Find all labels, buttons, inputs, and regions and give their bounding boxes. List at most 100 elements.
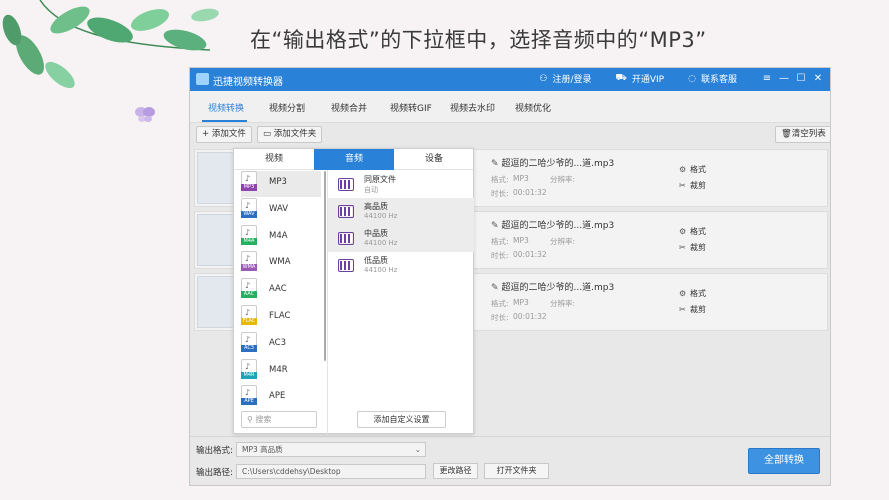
file-name: ✎ 超逗的二哈少爷的...道.mp3 bbox=[491, 218, 614, 231]
edit-icon[interactable]: ✎ bbox=[491, 221, 499, 231]
titlebar: 迅捷视频转换器 ⚇ 注册/登录 ⛟ 开通VIP ◌ 联系客服 ≡ — ☐ ✕ bbox=[190, 68, 830, 91]
vip-link[interactable]: 开通VIP bbox=[632, 72, 664, 85]
convert-all-button[interactable]: 全部转换 bbox=[748, 448, 820, 474]
crop-action-label: 裁剪 bbox=[690, 181, 706, 190]
service-link[interactable]: 联系客服 bbox=[701, 72, 737, 85]
change-path-button[interactable]: 更改路径 bbox=[433, 463, 478, 479]
format-label: AC3 bbox=[269, 337, 287, 348]
format-label: AAC bbox=[269, 284, 287, 295]
format-value: MP3 bbox=[513, 236, 529, 245]
tab-video-gif[interactable]: 视频转GIF bbox=[390, 101, 432, 114]
format-tag: WMA bbox=[241, 264, 257, 272]
menu-icon[interactable]: ≡ bbox=[761, 73, 773, 84]
maximize-icon[interactable]: ☐ bbox=[795, 73, 807, 84]
format-label: 格式: bbox=[491, 299, 509, 308]
format-label: WMA bbox=[269, 257, 291, 268]
format-option-wma[interactable]: ♪ WMA WMA bbox=[241, 251, 321, 277]
audio-file-icon: ♪ AAC bbox=[241, 278, 257, 299]
clear-list-label: 清空列表 bbox=[791, 129, 826, 139]
format-option-ape[interactable]: ♪ APE APE bbox=[241, 385, 321, 411]
file-name: ✎ 超逗的二哈少爷的...道.mp3 bbox=[491, 280, 614, 293]
user-icon: ⚇ bbox=[539, 73, 548, 84]
bottom-bar: 输出格式: MP3 高品质 ⌄ 输出路径: C:\Users\cddehsy\De… bbox=[190, 436, 830, 485]
edit-icon[interactable]: ✎ bbox=[491, 159, 499, 169]
clear-list-button[interactable]: 🗑清空列表 bbox=[775, 126, 830, 143]
video-quality-icon bbox=[338, 205, 354, 218]
search-placeholder: 搜索 bbox=[255, 415, 272, 424]
format-action[interactable]: ⚙ 格式 bbox=[679, 288, 706, 299]
quality-detail: 44100 Hz bbox=[364, 212, 398, 220]
add-file-button[interactable]: + 添加文件 bbox=[196, 126, 252, 143]
format-tag: MP3 bbox=[241, 184, 257, 191]
format-option-ac3[interactable]: ♪ AC3 AC3 bbox=[241, 331, 321, 358]
tab-audio[interactable]: 音频 bbox=[314, 149, 394, 170]
audio-file-icon: ♪ AC3 bbox=[241, 331, 257, 352]
format-category-tabs: 视频 音频 设备 bbox=[234, 149, 473, 170]
audio-file-icon: ♪ M4A bbox=[241, 224, 257, 245]
crop-action[interactable]: ✂ 裁剪 bbox=[679, 180, 706, 191]
scissors-icon: ✂ bbox=[679, 181, 686, 190]
format-label: M4R bbox=[269, 364, 288, 375]
quality-option[interactable]: 同原文件 自动 bbox=[328, 171, 474, 198]
format-tag: M4A bbox=[241, 237, 257, 245]
crop-action[interactable]: ✂ 裁剪 bbox=[679, 242, 706, 253]
chat-icon: ◌ bbox=[688, 73, 696, 84]
cart-icon: ⛟ bbox=[615, 73, 627, 83]
gear-icon: ⚙ bbox=[679, 227, 687, 236]
format-value: MP3 bbox=[513, 174, 529, 183]
output-format-label: 输出格式: bbox=[196, 446, 233, 456]
format-list-scrollbar[interactable] bbox=[324, 171, 326, 361]
quality-option[interactable]: 高品质 44100 Hz bbox=[328, 198, 474, 225]
output-path-field[interactable]: C:\Users\cddehsy\Desktop bbox=[236, 464, 426, 479]
file-name: ✎ 超逗的二哈少爷的...道.mp3 bbox=[491, 156, 614, 169]
format-label: M4A bbox=[269, 230, 288, 241]
format-action[interactable]: ⚙ 格式 bbox=[679, 226, 706, 237]
format-action[interactable]: ⚙ 格式 bbox=[679, 164, 706, 175]
edit-icon[interactable]: ✎ bbox=[491, 283, 499, 293]
format-label: 格式: bbox=[491, 175, 509, 184]
tab-remove-watermark[interactable]: 视频去水印 bbox=[450, 101, 495, 114]
tab-video-split[interactable]: 视频分割 bbox=[269, 101, 305, 114]
output-format-select[interactable]: MP3 高品质 ⌄ bbox=[236, 442, 426, 457]
video-quality-icon bbox=[338, 232, 354, 245]
format-option-m4a[interactable]: ♪ M4A M4A bbox=[241, 224, 321, 251]
tab-video-merge[interactable]: 视频合并 bbox=[331, 101, 367, 114]
format-label: MP3 bbox=[269, 177, 287, 187]
duration-value: 00:01:32 bbox=[513, 250, 547, 259]
format-option-aac[interactable]: ♪ AAC AAC bbox=[241, 278, 321, 304]
tab-video[interactable]: 视频 bbox=[234, 149, 314, 170]
format-label: 格式: bbox=[491, 237, 509, 246]
tab-device[interactable]: 设备 bbox=[394, 149, 474, 170]
crop-action[interactable]: ✂ 裁剪 bbox=[679, 304, 706, 315]
tab-video-optimize[interactable]: 视频优化 bbox=[515, 101, 551, 114]
quality-option[interactable]: 低品质 44100 Hz bbox=[328, 252, 474, 279]
format-option-mp3[interactable]: ♪ MP3 MP3 bbox=[241, 171, 321, 197]
resolution-label: 分辨率: bbox=[550, 299, 576, 308]
trash-icon: 🗑 bbox=[781, 129, 792, 139]
format-search-input[interactable]: ⚲ 搜索 bbox=[241, 411, 317, 428]
output-format-value: MP3 高品质 bbox=[242, 445, 283, 454]
quality-name: 中品质 bbox=[364, 229, 388, 238]
resolution-label: 分辨率: bbox=[550, 237, 576, 246]
close-icon[interactable]: ✕ bbox=[812, 73, 824, 84]
format-label: FLAC bbox=[269, 311, 291, 321]
audio-file-icon: ♪ WAV bbox=[241, 197, 257, 218]
slide-title: 在“输出格式”的下拉框中，选择音频中的“MP3” bbox=[250, 28, 707, 52]
add-folder-button[interactable]: ▭ 添加文件夹 bbox=[257, 126, 323, 143]
format-action-label: 格式 bbox=[690, 289, 706, 298]
format-option-m4r[interactable]: ♪ M4R M4R bbox=[241, 358, 321, 385]
format-option-wav[interactable]: ♪ WAV WAV bbox=[241, 197, 321, 224]
video-quality-icon bbox=[338, 178, 354, 191]
quality-option[interactable]: 中品质 44100 Hz bbox=[328, 225, 474, 252]
open-folder-button[interactable]: 打开文件夹 bbox=[484, 463, 549, 479]
folder-icon: ▭ bbox=[263, 129, 274, 139]
minimize-icon[interactable]: — bbox=[778, 73, 790, 84]
app-name: 迅捷视频转换器 bbox=[213, 77, 283, 88]
format-option-flac[interactable]: ♪ FLAC FLAC bbox=[241, 305, 321, 331]
login-link[interactable]: 注册/登录 bbox=[553, 72, 592, 85]
audio-file-icon: ♪ APE bbox=[241, 385, 257, 406]
file-name-text: 超逗的二哈少爷的...道.mp3 bbox=[501, 221, 615, 231]
tab-video-convert[interactable]: 视频转换 bbox=[208, 101, 244, 114]
add-custom-setting-button[interactable]: 添加自定义设置 bbox=[357, 411, 446, 428]
scissors-icon: ✂ bbox=[679, 305, 686, 314]
